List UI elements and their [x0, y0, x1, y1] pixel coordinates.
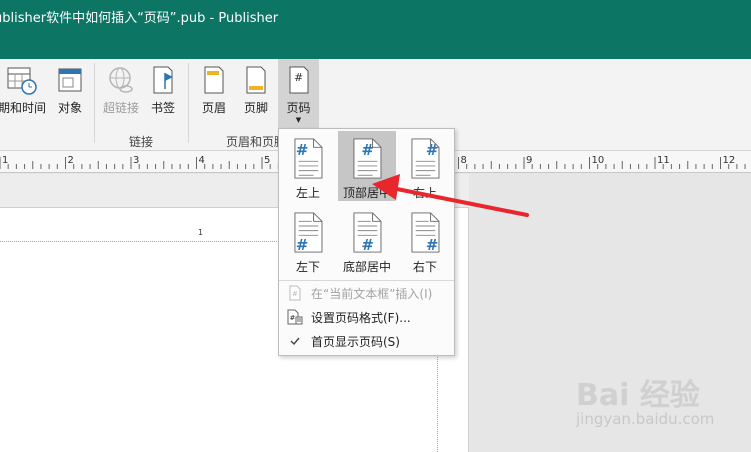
watermark-url: jingyan.baidu.com	[576, 410, 715, 428]
watermark-logo: Bai 经验 jingyan.baidu.com	[576, 370, 746, 450]
watermark-text: Bai 经验	[576, 378, 700, 413]
